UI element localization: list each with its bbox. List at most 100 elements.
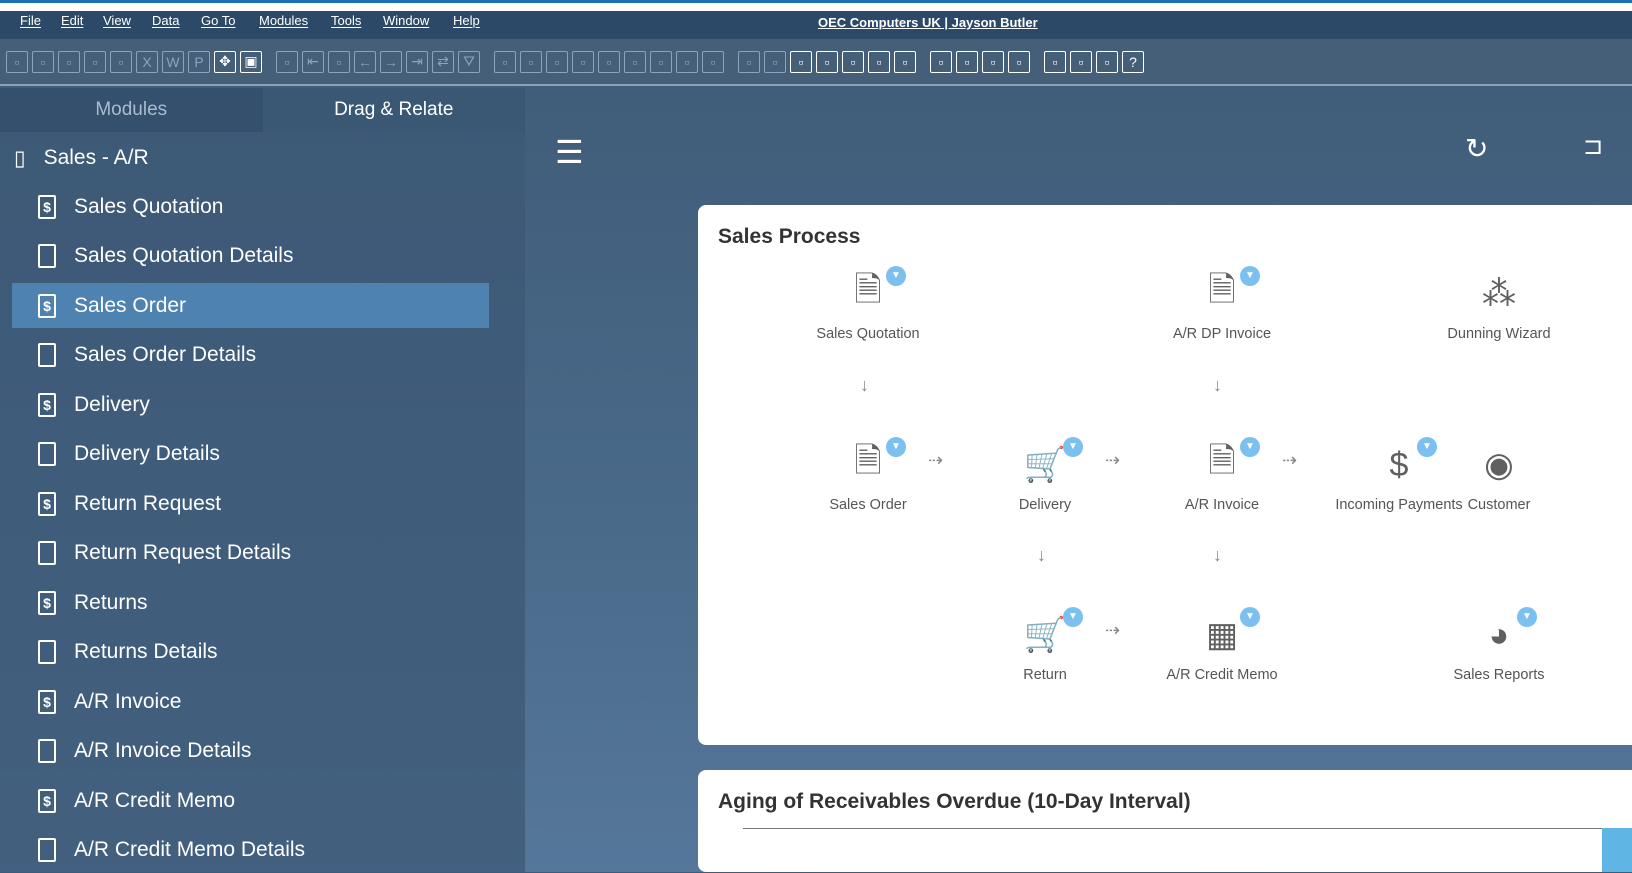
process-node-dunning-wizard[interactable]: ⁂ Dunning Wizard [1429,270,1569,342]
sidebar-item-return-request[interactable]: $ Return Request [12,481,489,526]
tasks-icon[interactable]: ▫ [1070,50,1092,73]
volume-icon[interactable]: ▫ [650,50,672,73]
sidebar-item-return-request-details[interactable]: Return Request Details [12,531,489,576]
dropdown-icon[interactable]: ▼ [1063,607,1083,627]
module-title: Sales - A/R [43,146,149,169]
company-user-link[interactable]: OEC Computers UK | Jayson Butler [818,15,1038,30]
dropdown-icon[interactable]: ▼ [1240,266,1260,286]
message-icon[interactable]: ▫ [790,50,812,73]
previous-icon[interactable]: ← [354,50,376,73]
edit-icon[interactable]: ▫ [702,50,724,73]
move-icon[interactable]: ✥ [214,50,236,73]
sidebar-item-a-r-invoice-details[interactable]: A/R Invoice Details [12,729,489,774]
menu-view[interactable]: View [103,13,131,28]
sidebar-item-returns-details[interactable]: Returns Details [12,630,489,675]
form-settings-icon[interactable]: ▫ [764,50,786,73]
module-header[interactable]: ▯ Sales - A/R [0,132,525,184]
process-node-sales-order[interactable]: 🗎 ▼ Sales Order [798,437,938,513]
target-doc-icon[interactable]: ▫ [546,50,568,73]
cart-return-icon: 🛒 ▼ [1021,607,1083,659]
sort-icon[interactable]: ▫ [494,50,516,73]
process-node-return[interactable]: 🛒 ▼ Return [975,607,1115,683]
dropdown-icon[interactable]: ▼ [1240,437,1260,457]
sidebar-item-a-r-invoice[interactable]: $ A/R Invoice [12,679,489,724]
process-node-sales-reports[interactable]: ◕ ▼ Sales Reports [1429,607,1569,683]
sidebar-item-sales-quotation[interactable]: $ Sales Quotation [12,184,489,229]
excel-icon[interactable]: X [136,50,158,73]
sidebar-item-delivery[interactable]: $ Delivery [12,382,489,427]
payment-means-icon[interactable]: ▫ [598,50,620,73]
node-label: A/R Invoice [1184,497,1260,513]
settings-icon[interactable]: ▫ [738,50,760,73]
node-label: Return [1023,667,1067,683]
sidebar-item-sales-order[interactable]: $ Sales Order [12,283,489,328]
print-icon[interactable]: ▫ [32,50,54,73]
query-icon[interactable]: ▫ [1044,50,1066,73]
browser-icon[interactable]: ▫ [1096,50,1118,73]
layout-icon[interactable]: ▫ [1008,50,1030,73]
dropdown-icon[interactable]: ▼ [886,266,906,286]
menu-edit[interactable]: Edit [61,13,83,28]
sidebar-item-a-r-credit-memo[interactable]: $ A/R Credit Memo [12,778,489,823]
menu-data[interactable]: Data [152,13,179,28]
menu-tools[interactable]: Tools [331,13,361,28]
org-icon[interactable]: ▫ [930,50,952,73]
lock-form-icon[interactable]: ▣ [240,50,262,73]
help-icon[interactable]: ? [1122,50,1144,73]
approval-icon[interactable]: ▫ [842,50,864,73]
menu-modules[interactable]: Modules [259,13,308,28]
dropdown-icon[interactable]: ▼ [886,437,906,457]
flow-arrow: ↓ [1213,375,1222,395]
dollar-doc-icon: $ [38,392,56,417]
first-record-icon[interactable]: ▫ [328,50,350,73]
process-node-a-r-dp-invoice[interactable]: 🗎 ▼ A/R DP Invoice [1152,266,1292,342]
menu-go-to[interactable]: Go To [201,13,235,28]
sidebar-item-sales-quotation-details[interactable]: Sales Quotation Details [12,234,489,279]
print-preview-icon[interactable]: ▫ [58,50,80,73]
sidebar-item-delivery-details[interactable]: Delivery Details [12,432,489,477]
word-icon[interactable]: W [162,50,184,73]
dropdown-icon[interactable]: ▼ [1517,607,1537,627]
email-icon[interactable]: ▫ [84,50,106,73]
settings-2-icon[interactable]: ▫ [982,50,1004,73]
menu-help[interactable]: Help [453,13,480,28]
last-icon[interactable]: ⇥ [406,50,428,73]
calculator-icon[interactable]: ▫ [894,50,916,73]
user-icon[interactable]: ▫ [956,50,978,73]
menu-file[interactable]: File [20,13,41,28]
alert-info-icon[interactable]: ▫ [868,50,890,73]
card-title: Aging of Receivables Overdue (10-Day Int… [718,790,1191,813]
menu-window[interactable]: Window [383,13,429,28]
journal-icon[interactable]: ▫ [676,50,698,73]
preview-icon[interactable]: ▫ [6,50,28,73]
tab-modules[interactable]: Modules [0,88,263,132]
first-icon[interactable]: ⇤ [302,50,324,73]
process-node-a-r-credit-memo[interactable]: ▦ ▼ A/R Credit Memo [1152,607,1292,683]
sidebar-item-sales-order-details[interactable]: Sales Order Details [12,333,489,378]
sms-icon[interactable]: ▫ [110,50,132,73]
pdf-icon[interactable]: P [188,50,210,73]
process-node-a-r-invoice[interactable]: 🗎 ▼ A/R Invoice [1152,437,1292,513]
dropdown-icon[interactable]: ▼ [1063,437,1083,457]
tab-drag-relate[interactable]: Drag & Relate [262,88,525,132]
gross-profit-icon[interactable]: ▫ [624,50,646,73]
refresh-icon[interactable]: ↻ [1465,132,1488,165]
payment-icon[interactable]: ▫ [572,50,594,73]
refresh-swap-icon[interactable]: ⇄ [432,50,454,73]
base-doc-icon[interactable]: ▫ [520,50,542,73]
process-node-delivery[interactable]: 🛒 ▼ Delivery [975,437,1115,513]
alerts-icon[interactable]: ▫ [816,50,838,73]
sidebar-item-returns[interactable]: $ Returns [12,580,489,625]
next-icon[interactable]: → [380,50,402,73]
menu-icon[interactable]: ☰ [555,133,584,171]
process-node-sales-quotation[interactable]: 🗎 ▼ Sales Quotation [798,266,938,342]
dropdown-icon[interactable]: ▼ [1240,607,1260,627]
open-folder-icon[interactable]: ⊐ [1583,132,1603,161]
doc-icon [38,442,56,466]
filter-icon[interactable]: ⛛ [458,50,480,73]
process-node-customer[interactable]: ◉ Customer [1429,441,1569,513]
binoculars-icon[interactable]: ▫ [276,50,298,73]
doc-icon [38,541,56,565]
node-label: Customer [1467,497,1531,513]
sidebar-item-a-r-credit-memo-details[interactable]: A/R Credit Memo Details [12,828,489,873]
